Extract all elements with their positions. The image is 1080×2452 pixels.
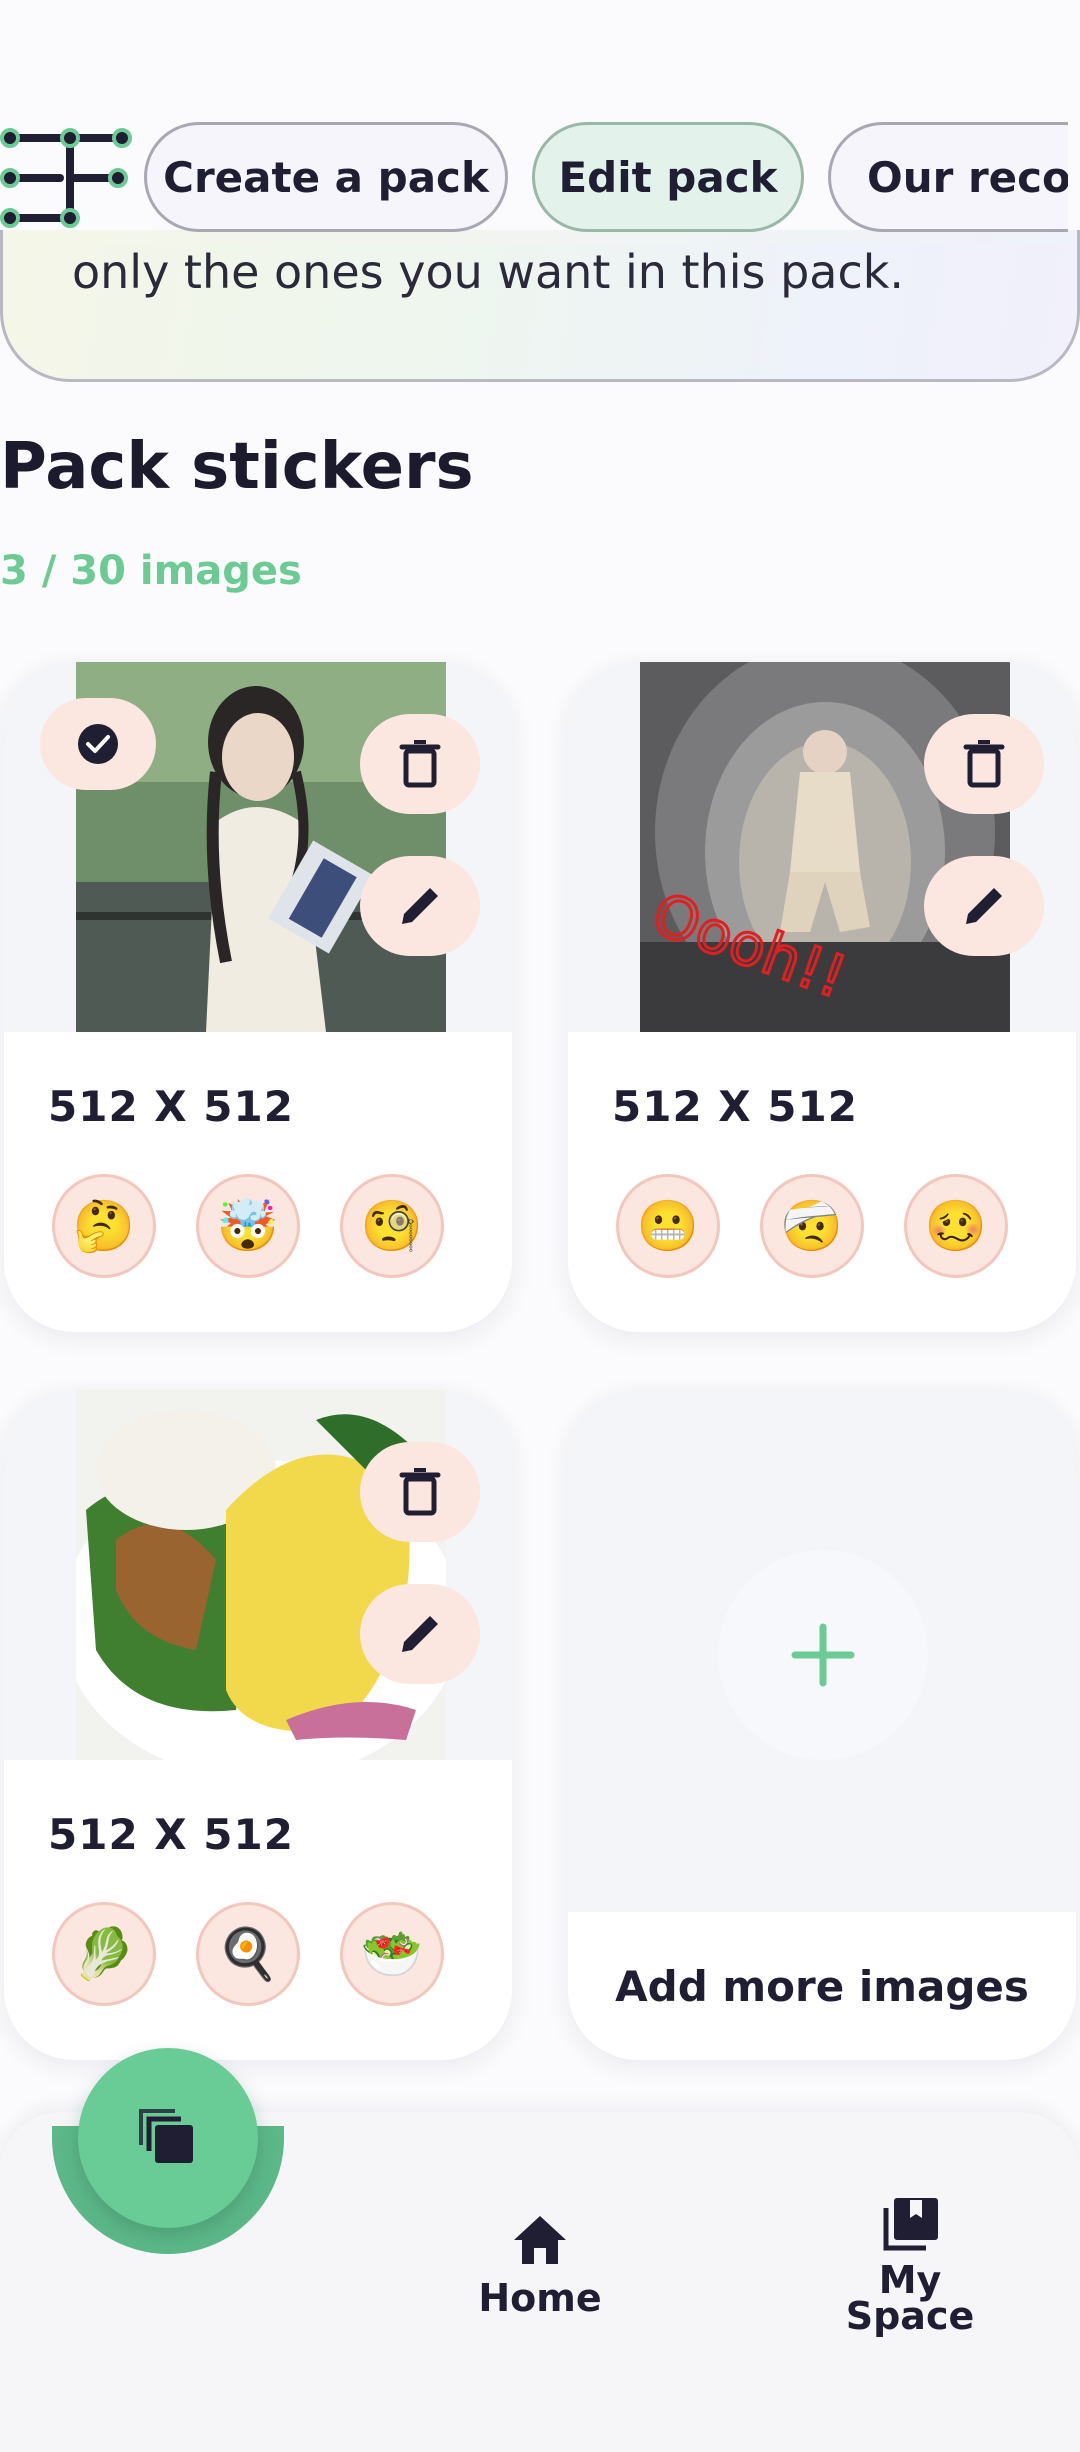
emoji-button[interactable]: 🤔 xyxy=(52,1174,156,1278)
sticker-card[interactable]: Oooh!! 512 X 512 😬 🤕 🥴 xyxy=(568,662,1076,1332)
emoji-button[interactable]: 🥴 xyxy=(904,1174,1008,1278)
trash-icon xyxy=(399,1468,441,1516)
trash-icon xyxy=(963,740,1005,788)
pencil-icon xyxy=(402,1616,438,1652)
emoji-button[interactable]: 😬 xyxy=(616,1174,720,1278)
delete-button[interactable] xyxy=(360,1442,480,1542)
chip-our-recommendations[interactable]: Our recon xyxy=(828,122,1068,232)
app-logo-icon[interactable] xyxy=(0,122,136,234)
emoji-button[interactable]: 🤕 xyxy=(760,1174,864,1278)
fab-button[interactable] xyxy=(78,2048,258,2228)
add-image-button[interactable] xyxy=(718,1550,928,1760)
chip-edit-pack[interactable]: Edit pack xyxy=(532,122,804,232)
edit-button[interactable] xyxy=(360,856,480,956)
plus-icon xyxy=(791,1623,855,1687)
add-more-images-label[interactable]: Add more images xyxy=(568,1912,1076,2060)
chip-create-pack[interactable]: Create a pack xyxy=(144,122,508,232)
nav-my-space-label: My Space xyxy=(845,2258,975,2338)
nav-home-label: Home xyxy=(478,2276,602,2320)
trash-icon xyxy=(399,740,441,788)
edit-button[interactable] xyxy=(360,1584,480,1684)
delete-button[interactable] xyxy=(924,714,1044,814)
library-icon xyxy=(883,2198,938,2251)
pencil-icon xyxy=(966,888,1002,924)
info-text: only the ones you want in this pack. xyxy=(72,245,905,299)
emoji-button[interactable]: 🥗 xyxy=(340,1902,444,2006)
sticker-size: 512 X 512 xyxy=(48,1082,294,1131)
delete-button[interactable] xyxy=(360,714,480,814)
emoji-button[interactable]: 🧐 xyxy=(340,1174,444,1278)
emoji-button[interactable]: 🥬 xyxy=(52,1902,156,2006)
nav-home[interactable]: Home xyxy=(460,2214,620,2320)
emoji-button[interactable]: 🤯 xyxy=(196,1174,300,1278)
pack-stickers-title: Pack stickers xyxy=(0,430,474,504)
nav-my-space[interactable]: My Space xyxy=(830,2196,990,2338)
edit-button[interactable] xyxy=(924,856,1044,956)
sticker-size: 512 X 512 xyxy=(612,1082,858,1131)
home-icon xyxy=(514,2216,566,2264)
sticker-size: 512 X 512 xyxy=(48,1810,294,1859)
selected-check[interactable] xyxy=(40,698,156,790)
info-card-top xyxy=(0,230,1080,244)
pencil-icon xyxy=(402,888,438,924)
copy-stack-icon xyxy=(139,2109,193,2163)
emoji-button[interactable]: 🍳 xyxy=(196,1902,300,2006)
image-count: 3 / 30 images xyxy=(0,548,302,594)
sticker-card[interactable]: 512 X 512 🥬 🍳 🥗 xyxy=(4,1390,512,2060)
add-images-card[interactable]: Add more images xyxy=(568,1390,1076,2060)
sticker-card[interactable]: 512 X 512 🤔 🤯 🧐 xyxy=(4,662,512,1332)
